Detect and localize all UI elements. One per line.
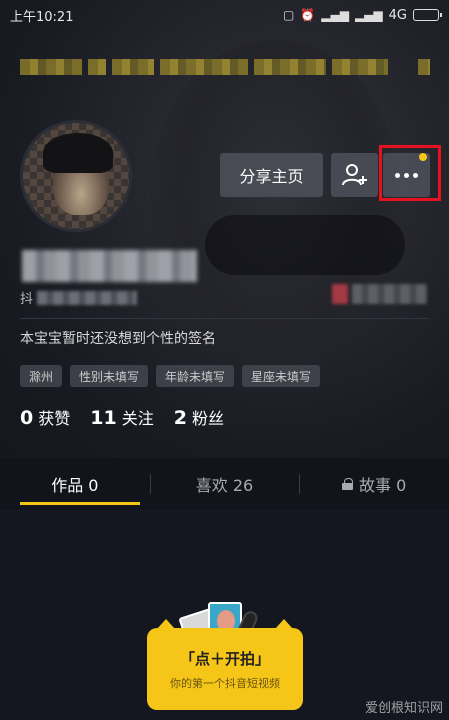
blurred-banner bbox=[20, 54, 430, 80]
tag-constellation[interactable]: 星座未填写 bbox=[242, 365, 321, 387]
person-add-icon bbox=[341, 164, 367, 186]
stat-following-count: 11 bbox=[90, 407, 117, 429]
status-icons: ▢ ⏰ ▂▄▆ ▂▄▆ 4G bbox=[282, 7, 442, 23]
tab-likes[interactable]: 喜欢 26 bbox=[150, 458, 300, 510]
tab-stories-label: 故事 0 bbox=[359, 476, 407, 495]
stat-likes: 0 获赞 bbox=[20, 405, 70, 429]
share-profile-button[interactable]: 分享主页 bbox=[220, 153, 323, 197]
tab-separator bbox=[150, 474, 151, 494]
battery-icon bbox=[413, 9, 442, 21]
network-label: 4G bbox=[388, 7, 407, 23]
signature-text[interactable]: 本宝宝暂时还没想到个性的签名 bbox=[20, 328, 216, 348]
cover-image-shade bbox=[205, 215, 405, 275]
tag-location[interactable]: 滁州 bbox=[20, 365, 63, 387]
stat-likes-count: 0 bbox=[20, 407, 34, 429]
notification-icon: ▢ bbox=[282, 8, 295, 22]
profile-tags: 滁州 性别未填写 年龄未填写 星座未填写 bbox=[20, 365, 321, 387]
signal-icon-2: ▂▄▆ bbox=[354, 8, 383, 22]
blurred-nickname bbox=[22, 250, 197, 282]
blurred-badge bbox=[332, 284, 427, 304]
lock-icon bbox=[342, 478, 354, 490]
watermark: 爱创根知识网 bbox=[364, 701, 443, 716]
divider bbox=[20, 318, 429, 319]
stat-followers[interactable]: 2 粉丝 bbox=[174, 405, 224, 429]
notification-dot bbox=[419, 153, 427, 161]
tab-separator bbox=[299, 474, 300, 494]
tab-works-label: 作品 0 bbox=[51, 476, 99, 495]
status-bar: 上午10:21 ▢ ⏰ ▂▄▆ ▂▄▆ 4G bbox=[0, 0, 449, 30]
status-time: 上午10:21 bbox=[10, 9, 74, 25]
promo-subtitle: 你的第一个抖音短视频 bbox=[170, 676, 280, 690]
tab-likes-label: 喜欢 26 bbox=[195, 476, 254, 495]
tab-stories[interactable]: 故事 0 bbox=[299, 458, 449, 510]
tag-gender[interactable]: 性别未填写 bbox=[70, 365, 149, 387]
alarm-icon: ⏰ bbox=[300, 8, 316, 22]
active-tab-indicator bbox=[20, 502, 140, 505]
stat-following[interactable]: 11 关注 bbox=[90, 405, 153, 429]
blurred-id bbox=[37, 290, 138, 305]
cover-image-shape bbox=[150, 40, 400, 370]
tag-age[interactable]: 年龄未填写 bbox=[156, 365, 235, 387]
avatar[interactable] bbox=[20, 120, 132, 232]
more-dots-icon bbox=[395, 172, 418, 178]
promo-title: 「点＋开拍」 bbox=[179, 649, 270, 668]
user-id-row: 抖 bbox=[20, 288, 138, 307]
add-friend-button[interactable] bbox=[331, 153, 378, 197]
stat-following-label: 关注 bbox=[121, 409, 154, 428]
stat-followers-count: 2 bbox=[173, 407, 187, 429]
profile-stats: 0 获赞 11 关注 2 粉丝 bbox=[20, 405, 224, 429]
stat-followers-label: 粉丝 bbox=[191, 409, 224, 428]
signal-icon: ▂▄▆ bbox=[321, 8, 349, 22]
start-shooting-prompt[interactable]: 「点＋开拍」 你的第一个抖音短视频 bbox=[147, 619, 303, 710]
more-button[interactable] bbox=[383, 153, 430, 197]
stat-likes-label: 获赞 bbox=[38, 409, 71, 428]
id-prefix: 抖 bbox=[20, 292, 34, 307]
